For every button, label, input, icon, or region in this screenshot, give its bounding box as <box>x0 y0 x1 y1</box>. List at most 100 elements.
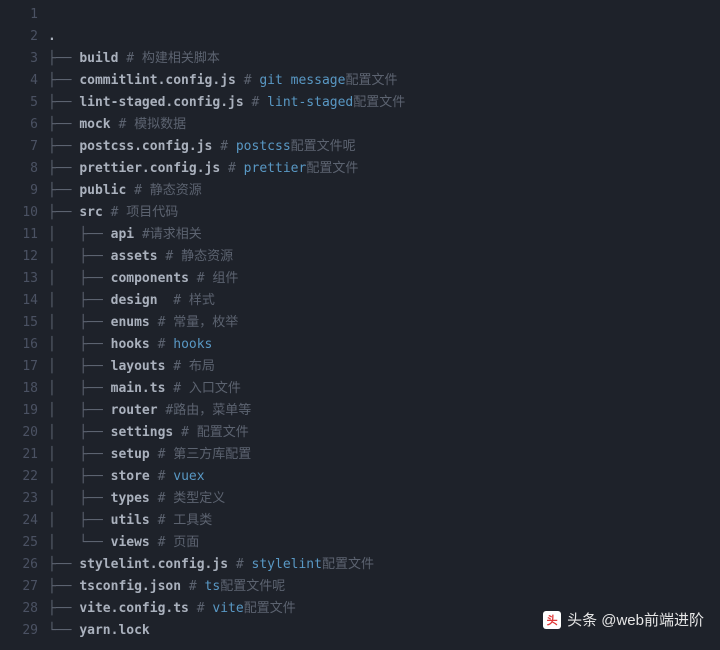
code-editor: 1234567891011121314151617181920212223242… <box>0 0 720 650</box>
comment-text: 入口文件 <box>181 381 241 396</box>
code-line: │ ├── components # 组件 <box>48 268 405 290</box>
comment-text: 配置文件 <box>322 557 374 572</box>
line-number: 16 <box>0 334 38 356</box>
comment-text: 样式 <box>181 293 215 308</box>
tree-branch-icon: ├── <box>48 73 79 88</box>
comment-hash: # <box>181 425 189 440</box>
line-number: 3 <box>0 48 38 70</box>
comment-text: 配置文件 <box>345 73 397 88</box>
file-name: tsconfig.json <box>79 579 181 594</box>
tree-branch-icon: │ ├── <box>48 315 111 330</box>
line-number: 27 <box>0 576 38 598</box>
comment-hash: # <box>220 139 228 154</box>
comment-text: 模拟数据 <box>126 117 186 132</box>
code-line: └── yarn.lock <box>48 620 405 642</box>
tree-branch-icon: │ └── <box>48 535 111 550</box>
line-number: 21 <box>0 444 38 466</box>
comment-text: 构建相关脚本 <box>134 51 220 66</box>
tree-branch-icon: ├── <box>48 205 79 220</box>
line-number: 19 <box>0 400 38 422</box>
comment-hash: # <box>173 359 181 374</box>
comment-text: 常量，枚举 <box>165 315 238 330</box>
file-name: prettier.config.js <box>79 161 220 176</box>
comment-text: 布局 <box>181 359 215 374</box>
tree-branch-icon: │ ├── <box>48 425 111 440</box>
code-line: ├── stylelint.config.js # stylelint配置文件 <box>48 554 405 576</box>
line-number: 4 <box>0 70 38 92</box>
tree-branch-icon: ├── <box>48 139 79 154</box>
tree-branch-icon: └── <box>48 623 79 638</box>
line-number: 24 <box>0 510 38 532</box>
line-number: 29 <box>0 620 38 642</box>
line-number: 14 <box>0 290 38 312</box>
line-number-gutter: 1234567891011121314151617181920212223242… <box>0 0 48 650</box>
comment-text: 配置文件 <box>189 425 249 440</box>
code-line: │ ├── layouts # 布局 <box>48 356 405 378</box>
file-name: enums <box>111 315 150 330</box>
file-name: main.ts <box>111 381 166 396</box>
file-name: router <box>111 403 158 418</box>
line-number: 5 <box>0 92 38 114</box>
tree-branch-icon: ├── <box>48 183 79 198</box>
code-line: . <box>48 26 405 48</box>
code-line <box>48 4 405 26</box>
code-line: ├── tsconfig.json # ts配置文件呢 <box>48 576 405 598</box>
tree-branch-icon: │ ├── <box>48 227 111 242</box>
comment-text: 请求相关 <box>150 227 202 242</box>
file-name: vite.config.ts <box>79 601 189 616</box>
line-number: 17 <box>0 356 38 378</box>
comment-text: 静态资源 <box>142 183 202 198</box>
file-name: components <box>111 271 189 286</box>
comment-text: 工具类 <box>165 513 212 528</box>
file-name: stylelint.config.js <box>79 557 228 572</box>
comment-keyword: lint-staged <box>259 95 353 110</box>
tree-branch-icon: ├── <box>48 117 79 132</box>
tree-branch-icon: ├── <box>48 557 79 572</box>
code-line: │ ├── assets # 静态资源 <box>48 246 405 268</box>
comment-hash: # <box>173 381 181 396</box>
file-name: setup <box>111 447 150 462</box>
line-number: 28 <box>0 598 38 620</box>
code-line: │ ├── api #请求相关 <box>48 224 405 246</box>
code-line: │ ├── design # 样式 <box>48 290 405 312</box>
tree-branch-icon: │ ├── <box>48 469 111 484</box>
line-number: 22 <box>0 466 38 488</box>
code-line: ├── src # 项目代码 <box>48 202 405 224</box>
comment-keyword: hooks <box>165 337 212 352</box>
file-name: api <box>111 227 134 242</box>
file-name: layouts <box>111 359 166 374</box>
watermark: 头 头条 @web前端进阶 <box>543 609 704 630</box>
line-number: 20 <box>0 422 38 444</box>
code-line: ├── public # 静态资源 <box>48 180 405 202</box>
line-number: 26 <box>0 554 38 576</box>
code-content[interactable]: .├── build # 构建相关脚本├── commitlint.config… <box>48 0 405 650</box>
line-number: 6 <box>0 114 38 136</box>
file-name: views <box>111 535 150 550</box>
tree-branch-icon: ├── <box>48 161 79 176</box>
toutiao-logo-icon: 头 <box>543 611 561 629</box>
comment-text: 第三方库配置 <box>165 447 251 462</box>
comment-keyword: prettier <box>236 161 306 176</box>
file-name: hooks <box>111 337 150 352</box>
line-number: 1 <box>0 4 38 26</box>
comment-text: 静态资源 <box>173 249 233 264</box>
code-line: ├── vite.config.ts # vite配置文件 <box>48 598 405 620</box>
tree-branch-icon: │ ├── <box>48 491 111 506</box>
tree-branch-icon: │ ├── <box>48 403 111 418</box>
file-name: . <box>48 29 56 44</box>
line-number: 15 <box>0 312 38 334</box>
line-number: 9 <box>0 180 38 202</box>
comment-hash: # <box>228 161 236 176</box>
file-name: yarn.lock <box>79 623 149 638</box>
comment-text: 页面 <box>165 535 199 550</box>
comment-text: 配置文件 <box>244 601 296 616</box>
line-number: 7 <box>0 136 38 158</box>
comment-text: 类型定义 <box>165 491 225 506</box>
code-line: │ ├── router #路由，菜单等 <box>48 400 405 422</box>
line-number: 2 <box>0 26 38 48</box>
file-name: design <box>111 293 166 308</box>
file-name: store <box>111 469 150 484</box>
comment-hash: # <box>197 271 205 286</box>
code-line: │ ├── settings # 配置文件 <box>48 422 405 444</box>
comment-hash: # <box>126 51 134 66</box>
